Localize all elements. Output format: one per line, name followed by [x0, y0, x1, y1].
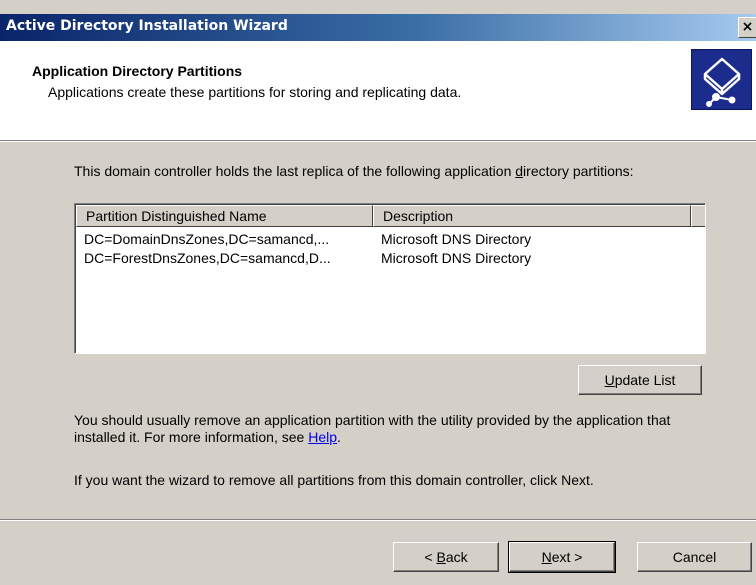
partition-name-cell: DC=ForestDnsZones,DC=samancd,D...	[84, 250, 331, 266]
info-paragraph-text: You should usually remove an application…	[74, 412, 671, 445]
window-title: Active Directory Installation Wizard	[6, 18, 288, 34]
intro-text-part: This domain controller holds the last re…	[74, 163, 516, 179]
partitions-list[interactable]: Partition Distinguished Name Description…	[74, 203, 706, 354]
intro-accelerator: d	[515, 163, 524, 179]
back-button[interactable]: < Back	[393, 542, 499, 572]
partition-name-cell: DC=DomainDnsZones,DC=samancd,...	[84, 231, 330, 247]
back-accelerator: B	[436, 548, 446, 565]
update-list-accelerator: U	[604, 371, 615, 388]
intro-text: This domain controller holds the last re…	[74, 163, 714, 180]
column-header-partition-name[interactable]: Partition Distinguished Name	[76, 205, 373, 227]
table-row[interactable]: DC=ForestDnsZones,DC=samancd,D... Micros…	[76, 249, 704, 268]
close-icon: ×	[741, 19, 754, 35]
next-label: ext >	[551, 548, 583, 565]
back-label-prefix: <	[424, 548, 437, 565]
help-link[interactable]: Help	[308, 429, 337, 445]
info-paragraph-end: .	[337, 429, 341, 445]
next-accelerator: N	[541, 548, 552, 565]
column-header-filler	[691, 205, 705, 227]
next-instruction: If you want the wizard to remove all par…	[74, 472, 594, 488]
close-button[interactable]: ×	[738, 17, 756, 38]
title-bar[interactable]: Active Directory Installation Wizard ×	[0, 14, 756, 41]
cancel-button[interactable]: Cancel	[637, 542, 752, 572]
footer-separator	[0, 519, 756, 521]
wizard-header: Application Directory Partitions Applica…	[0, 41, 756, 140]
info-paragraph: You should usually remove an application…	[74, 412, 714, 446]
page-subtitle: Applications create these partitions for…	[48, 84, 462, 100]
intro-text-part: irectory partitions:	[523, 163, 634, 179]
back-label: ack	[445, 548, 468, 565]
list-header: Partition Distinguished Name Description	[76, 205, 705, 227]
directory-tree-icon	[691, 49, 752, 110]
column-header-description[interactable]: Description	[373, 205, 691, 227]
table-row[interactable]: DC=DomainDnsZones,DC=samancd,... Microso…	[76, 230, 704, 249]
update-list-label: pdate List	[614, 371, 676, 388]
directory-tree-icon-graphic	[703, 57, 741, 107]
header-separator	[0, 140, 756, 142]
partition-description-cell: Microsoft DNS Directory	[381, 250, 532, 266]
page-title: Application Directory Partitions	[32, 63, 243, 79]
partition-description-cell: Microsoft DNS Directory	[381, 231, 532, 247]
next-button[interactable]: Next >	[508, 541, 616, 573]
update-list-button[interactable]: Update List	[578, 365, 702, 395]
